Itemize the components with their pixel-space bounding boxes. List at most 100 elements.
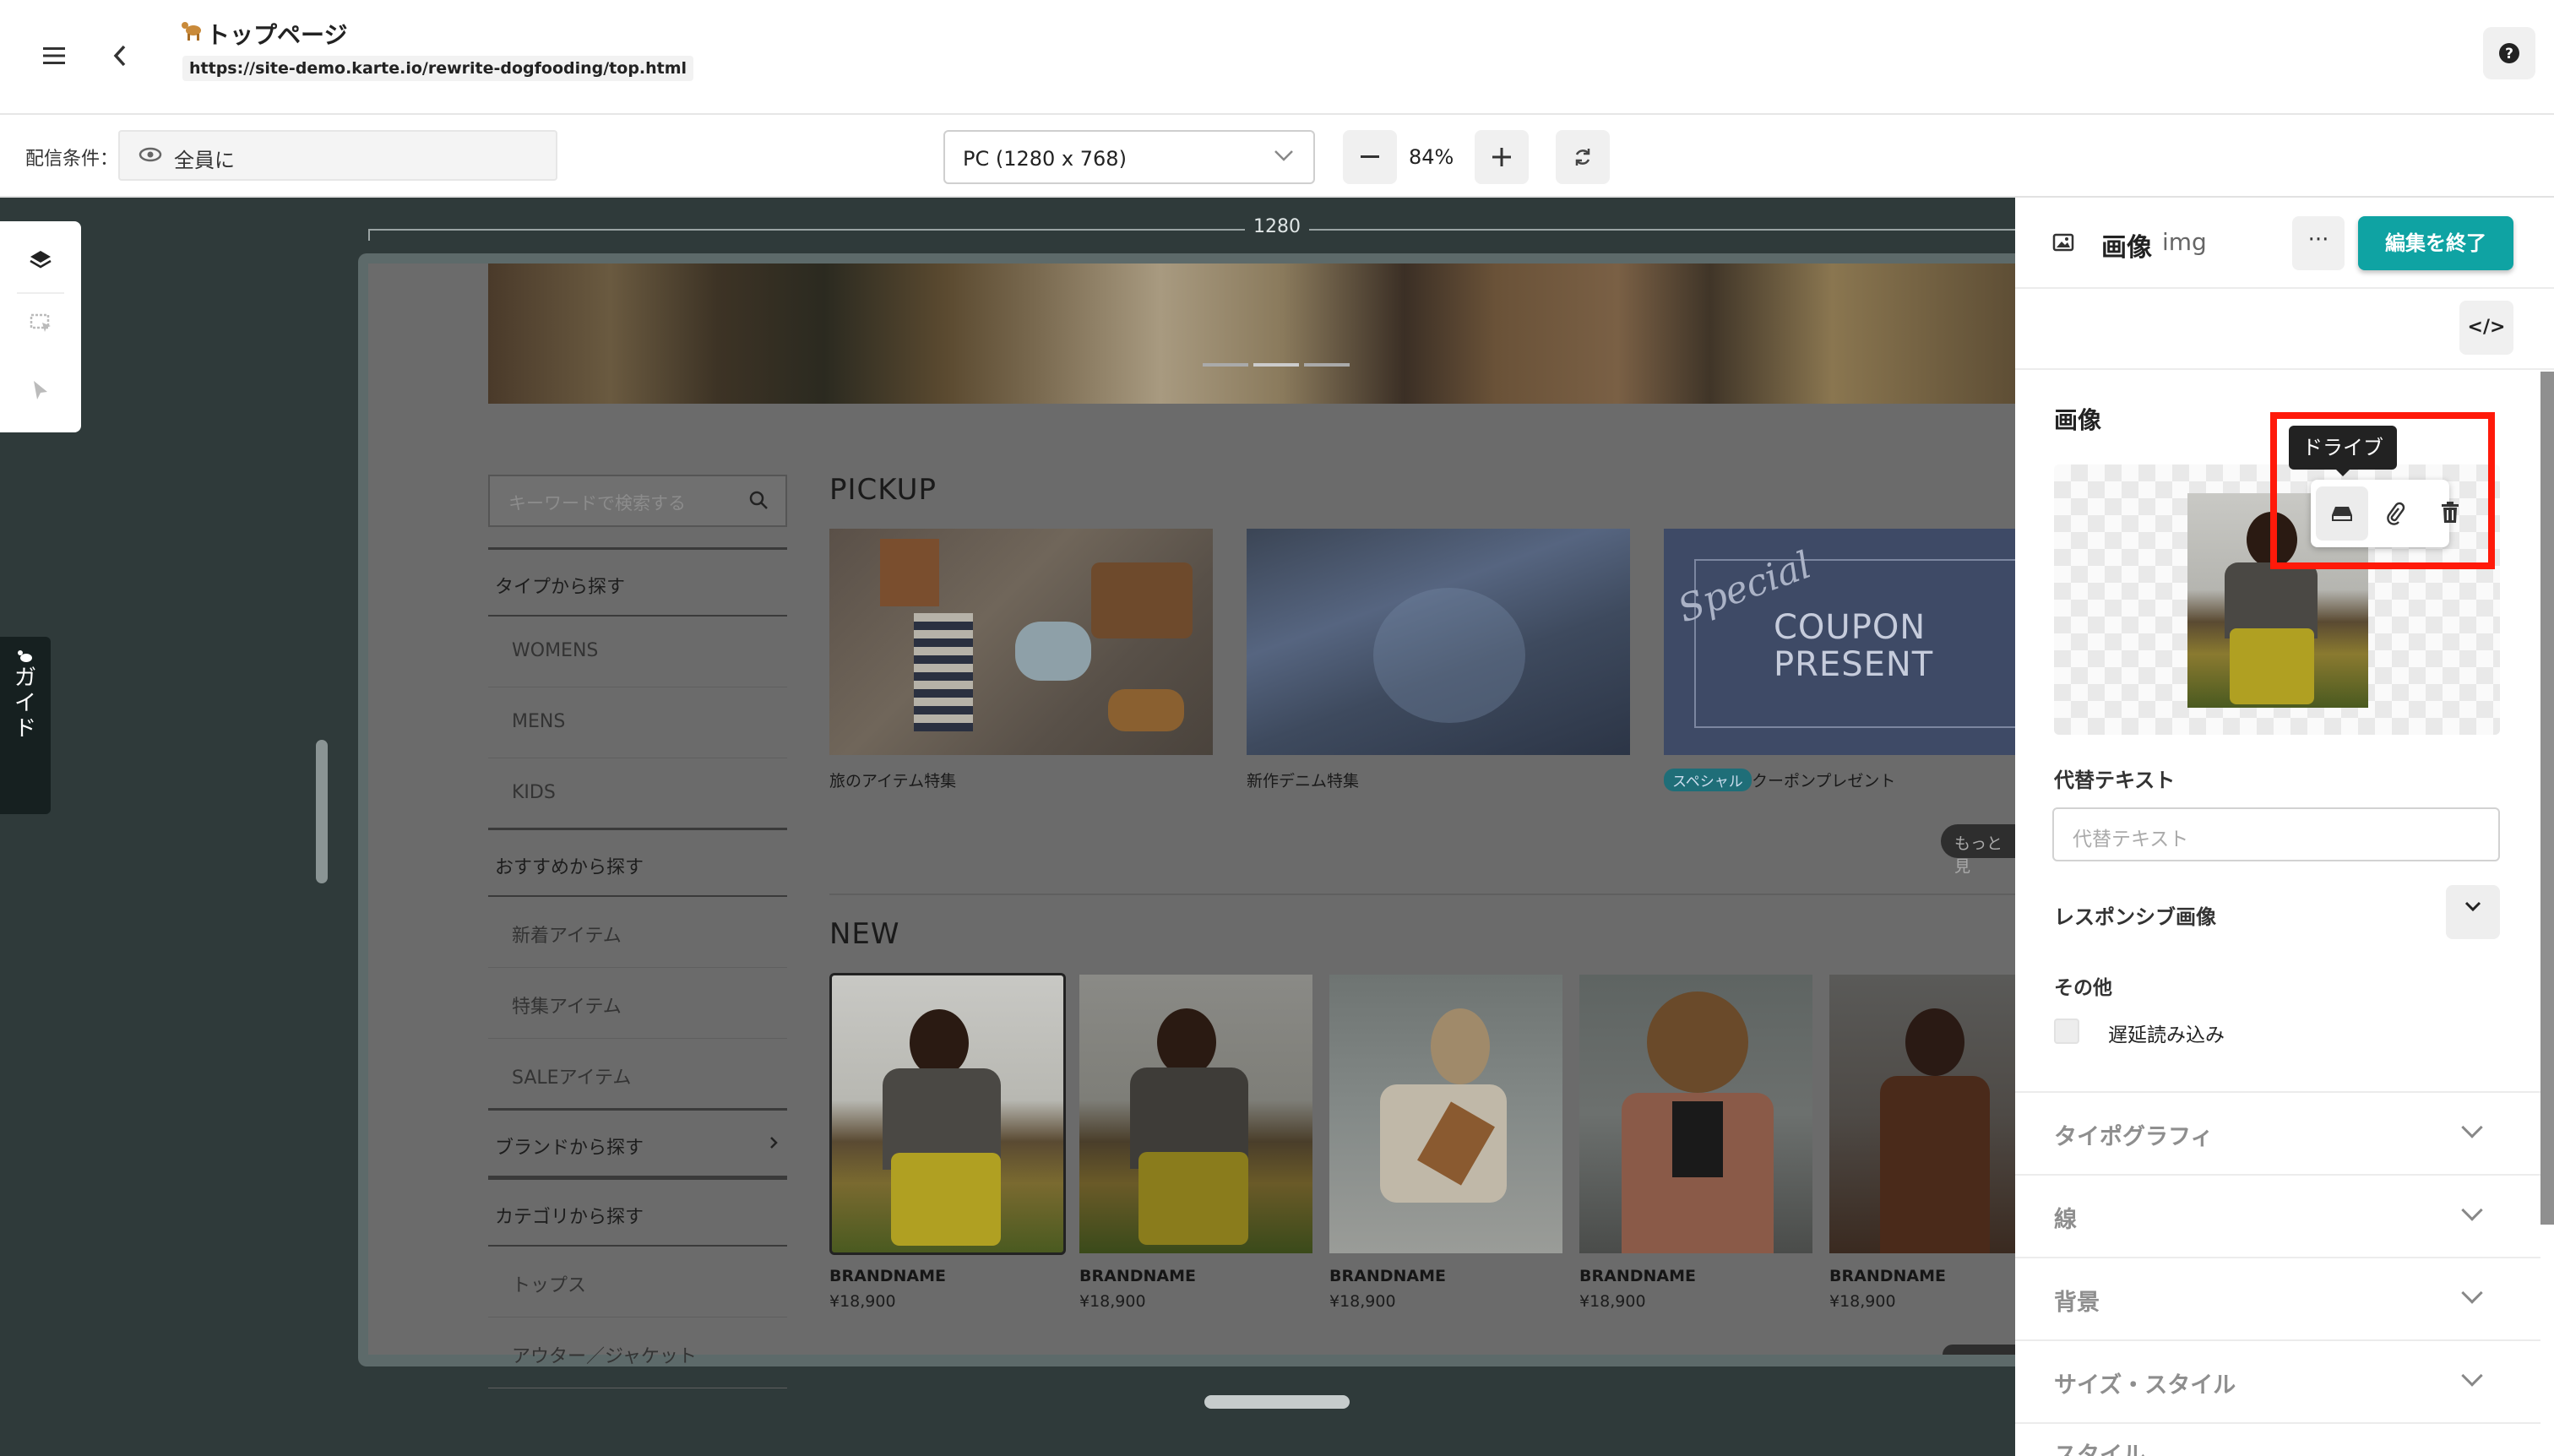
responsive-image-label: レスポンシブ画像 xyxy=(2054,905,2216,929)
product-brand: BRANDNAME xyxy=(829,1267,946,1285)
product-price: ¥18,900 xyxy=(1329,1292,1396,1311)
chevron-down-icon xyxy=(1274,149,1294,166)
help-icon[interactable]: ? xyxy=(2483,27,2535,79)
zoom-level: 84% xyxy=(1409,145,1454,169)
product-image-selected[interactable] xyxy=(829,973,1066,1255)
banner-line: COUPON xyxy=(1774,608,1926,647)
panel-scrollbar[interactable] xyxy=(2540,372,2554,1225)
code-view-button[interactable]: </> xyxy=(2459,301,2513,355)
nav-item-womens[interactable]: WOMENS xyxy=(488,617,787,687)
product-price: ¥18,900 xyxy=(1079,1292,1146,1311)
product-image[interactable] xyxy=(1829,975,2015,1253)
guide-char: イ xyxy=(14,691,36,716)
nav-item-sale[interactable]: SALEアイテム xyxy=(488,1039,787,1110)
pickup-caption: クーポンプレゼント xyxy=(1752,772,1896,790)
zoom-in-button[interactable] xyxy=(1475,130,1529,184)
product-brand: BRANDNAME xyxy=(1579,1267,1696,1285)
nav-item-feature[interactable]: 特集アイテム xyxy=(488,968,787,1039)
condition-label: 配信条件： xyxy=(25,149,119,170)
product-price: ¥18,900 xyxy=(1829,1292,1896,1311)
app-header: トップページ https://site-demo.karte.io/rewrit… xyxy=(0,0,2554,115)
pickup-image-coupon[interactable]: Special COUPON PRESENT xyxy=(1664,529,2032,755)
product-price: ¥18,900 xyxy=(1579,1292,1646,1311)
product-brand: BRANDNAME xyxy=(1829,1267,1946,1285)
accordion-label: 線 xyxy=(2054,1207,2077,1233)
nav-heading-type[interactable]: タイプから探す xyxy=(488,547,787,617)
image-icon xyxy=(2052,233,2074,255)
pickup-image-denim[interactable] xyxy=(1247,529,1630,755)
other-label: その他 xyxy=(2054,977,2112,999)
zoom-out-button[interactable] xyxy=(1343,130,1397,184)
nav-item-mens[interactable]: MENS xyxy=(488,687,787,758)
lazy-load-checkbox[interactable] xyxy=(2054,1019,2079,1044)
more-options-button[interactable]: ··· xyxy=(2292,216,2345,270)
search-icon[interactable] xyxy=(748,490,769,513)
banner-line: PRESENT xyxy=(1774,645,1934,684)
condition-value: 全員に xyxy=(174,149,235,172)
more-button-partial xyxy=(1943,1345,2015,1355)
more-button[interactable]: もっと見 xyxy=(1941,824,2015,876)
end-edit-button[interactable]: 編集を終了 xyxy=(2358,216,2513,270)
page-title: トップページ xyxy=(206,21,348,49)
special-badge: スペシャル xyxy=(1664,769,1752,791)
ruler-tick xyxy=(368,229,370,241)
product-price: ¥18,900 xyxy=(829,1292,896,1311)
slider-dot[interactable] xyxy=(1304,363,1350,367)
guide-tab[interactable]: ガ イ ド xyxy=(0,637,51,814)
layers-icon[interactable] xyxy=(29,248,52,275)
pickup-image-travel[interactable] xyxy=(829,529,1213,755)
camel-icon xyxy=(18,650,32,662)
device-value: PC (1280 x 768) xyxy=(963,147,1127,171)
nav-item-outer[interactable]: アウター／ジャケット xyxy=(488,1317,787,1388)
select-box-icon[interactable] xyxy=(29,311,52,338)
nav-heading-recommend[interactable]: おすすめから探す xyxy=(488,828,787,897)
hero-banner[interactable] xyxy=(488,263,2015,404)
accordion-border[interactable] xyxy=(2015,1174,2540,1257)
pickup-caption: 新作デニム特集 xyxy=(1247,772,1360,790)
image-section-title: 画像 xyxy=(2054,406,2102,434)
nav-item-tops[interactable]: トップス xyxy=(488,1247,787,1317)
editor-toolbar: 配信条件： 全員に PC (1280 x 768) 84% xyxy=(0,115,2554,198)
new-title: NEW xyxy=(829,917,900,951)
pickup-caption: 旅のアイテム特集 xyxy=(829,772,957,790)
tool-panel xyxy=(0,221,81,432)
divider xyxy=(2015,368,2554,370)
alt-text-placeholder: 代替テキスト xyxy=(2073,829,2189,850)
nav-heading-brand[interactable]: ブランドから探す xyxy=(488,1108,787,1177)
element-tag: img xyxy=(2162,228,2207,256)
product-brand: BRANDNAME xyxy=(1079,1267,1196,1285)
horizontal-scrollbar[interactable] xyxy=(1204,1395,1350,1409)
chevron-right-icon xyxy=(769,1135,779,1154)
divider xyxy=(829,894,2015,895)
workspace-scrollbar[interactable] xyxy=(316,740,328,883)
refresh-icon xyxy=(1575,149,1590,166)
slider-dot[interactable] xyxy=(1253,363,1299,367)
nav-heading-category[interactable]: カテゴリから探す xyxy=(488,1177,787,1247)
site-search-placeholder: キーワードで検索する xyxy=(508,493,686,513)
guide-char: ド xyxy=(14,716,36,742)
product-brand: BRANDNAME xyxy=(1329,1267,1446,1285)
ruler-width-label: 1280 xyxy=(1245,216,1309,237)
camel-icon xyxy=(181,19,204,46)
responsive-toggle[interactable] xyxy=(2446,885,2500,939)
lazy-load-label: 遅延読み込み xyxy=(2108,1024,2225,1046)
product-image[interactable] xyxy=(1329,975,1562,1253)
accordion-label: 背景 xyxy=(2054,1290,2100,1316)
highlight-box xyxy=(2270,412,2495,569)
divider xyxy=(2015,287,2554,289)
cursor-icon[interactable] xyxy=(30,378,51,405)
alt-text-label: 代替テキスト xyxy=(2054,769,2176,792)
accordion-label: タイポグラフィ xyxy=(2054,1124,2214,1150)
nav-item-new[interactable]: 新着アイテム xyxy=(488,897,787,968)
pickup-title: PICKUP xyxy=(829,473,937,507)
ruler xyxy=(368,229,2015,231)
nav-item-kids[interactable]: KIDS xyxy=(488,758,787,829)
product-image[interactable] xyxy=(1079,975,1312,1253)
back-icon[interactable] xyxy=(93,29,147,83)
menu-icon[interactable] xyxy=(27,29,81,83)
product-image[interactable] xyxy=(1579,975,1812,1253)
accordion-label: サイズ・スタイル xyxy=(2054,1372,2236,1399)
accordion-label: スタイル xyxy=(2054,1442,2145,1456)
refresh-button[interactable] xyxy=(1556,130,1610,184)
slider-dot[interactable] xyxy=(1203,363,1248,367)
